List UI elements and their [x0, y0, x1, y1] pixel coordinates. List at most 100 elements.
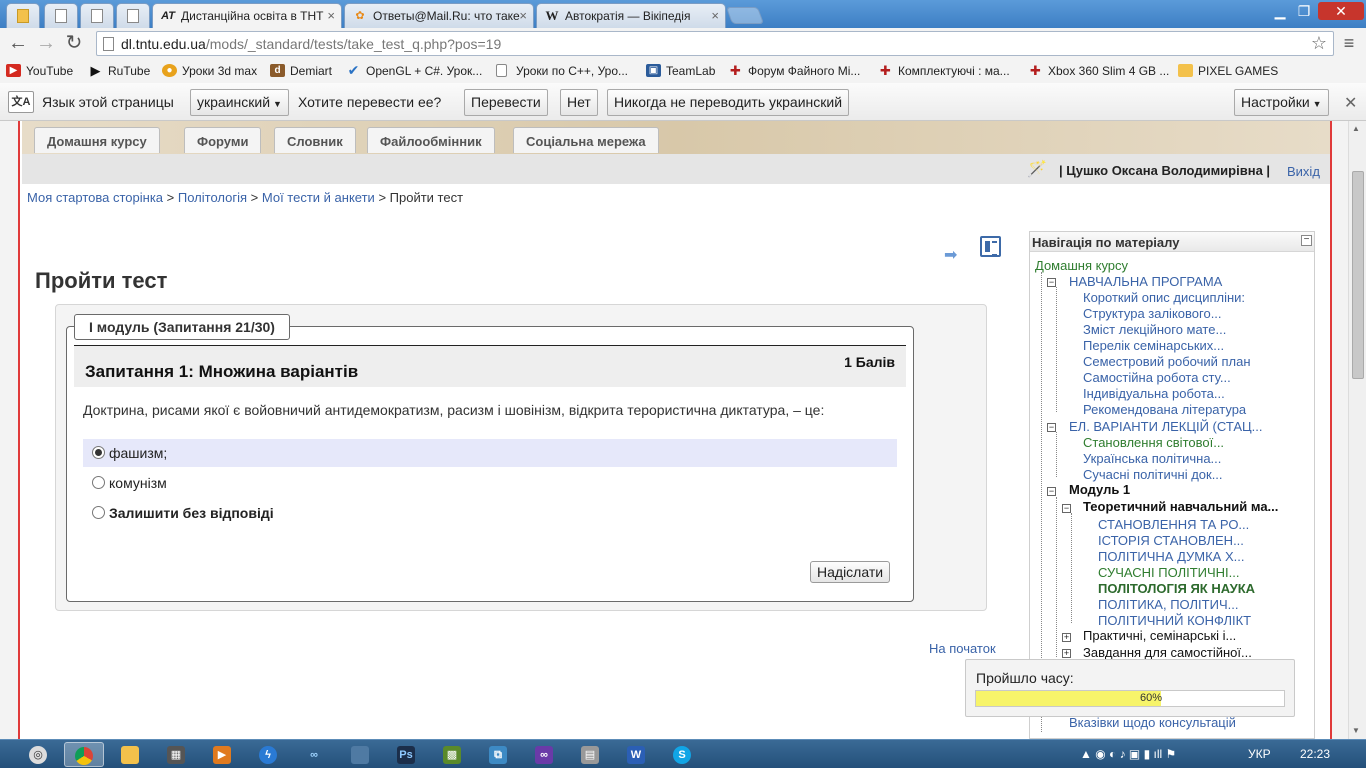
- nav-item[interactable]: ПОЛІТИЧНИЙ КОНФЛІКТ: [1098, 613, 1251, 628]
- minimize-icon[interactable]: ▁: [1268, 2, 1292, 20]
- breadcrumb-course[interactable]: Політологія: [178, 190, 247, 205]
- scroll-down-icon[interactable]: ▼: [1352, 726, 1360, 735]
- nav-item[interactable]: Рекомендована література: [1083, 402, 1246, 417]
- taskbar-app[interactable]: ▦: [156, 742, 196, 767]
- side-menu-toggle-icon[interactable]: [980, 236, 1001, 257]
- close-icon[interactable]: ✕: [1344, 93, 1357, 113]
- nav-item[interactable]: Практичні, семінарські і...: [1083, 628, 1236, 643]
- taskbar-explorer[interactable]: [110, 742, 150, 767]
- taskbar-app[interactable]: ∞: [294, 742, 334, 767]
- close-icon[interactable]: ×: [711, 8, 719, 23]
- nav-item[interactable]: ПОЛІТИКА, ПОЛІТИЧ...: [1098, 597, 1238, 612]
- bookmark-teamlab[interactable]: ▣ TeamLab: [646, 62, 715, 80]
- no-button[interactable]: Нет: [560, 89, 598, 116]
- submit-button[interactable]: Надіслати: [810, 561, 891, 583]
- blank-tab[interactable]: [80, 3, 114, 28]
- nav-item-course-home[interactable]: Домашня курсу: [1035, 258, 1128, 273]
- nav-item[interactable]: Самостійна робота сту...: [1083, 370, 1231, 385]
- nav-item[interactable]: Українська політична...: [1083, 451, 1221, 466]
- bookmark-star-icon[interactable]: ☆: [1311, 33, 1327, 54]
- breadcrumb-start-page[interactable]: Моя стартова сторінка: [27, 190, 163, 205]
- back-arrow-icon[interactable]: ←: [6, 32, 30, 56]
- minus-box-icon[interactable]: −: [1062, 504, 1071, 513]
- blank-tab[interactable]: [116, 3, 150, 28]
- start-button[interactable]: ◎: [18, 742, 58, 767]
- tab-distance-learning[interactable]: AT Дистанційна освіта в ТНТ ×: [152, 3, 342, 29]
- scrollbar[interactable]: ▲ ▼: [1348, 121, 1366, 739]
- minus-box-icon[interactable]: −: [1047, 423, 1056, 432]
- scroll-thumb[interactable]: [1352, 171, 1364, 379]
- answer-option[interactable]: фашизм;: [83, 439, 897, 467]
- restore-icon[interactable]: ❐: [1292, 2, 1316, 20]
- pinned-tab[interactable]: [6, 3, 40, 28]
- taskbar-app[interactable]: ⧉: [478, 742, 518, 767]
- nav-item[interactable]: Семестровий робочий план: [1083, 354, 1251, 369]
- nav-item[interactable]: Індивідуальна робота...: [1083, 386, 1225, 401]
- tray-icons[interactable]: ▲ ◉ ◐ ♪ ▣ ▮ ıll ⚑: [1080, 747, 1176, 761]
- reload-icon[interactable]: ↻: [62, 32, 86, 56]
- magic-wand-icon[interactable]: 🪄: [1027, 159, 1047, 179]
- tab-file-storage[interactable]: Файлообмінник: [367, 127, 495, 153]
- taskbar-calculator[interactable]: ▤: [570, 742, 610, 767]
- nav-item[interactable]: Сучасні політичні док...: [1083, 467, 1223, 482]
- bookmark-rutube[interactable]: ▶ RuTube: [88, 62, 151, 80]
- collapse-icon[interactable]: −: [1301, 235, 1312, 246]
- bookmark-3dmax[interactable]: ● Уроки 3d max: [162, 62, 257, 80]
- forward-arrow-icon[interactable]: →: [34, 32, 58, 56]
- scroll-up-icon[interactable]: ▲: [1352, 124, 1360, 133]
- bookmark-opengl[interactable]: ✔ OpenGL + C#. Урок...: [346, 62, 483, 80]
- nav-item-module-1[interactable]: Модуль 1: [1069, 482, 1130, 497]
- blank-tab[interactable]: [44, 3, 78, 28]
- bookmark-xbox[interactable]: ✚ Xbox 360 Slim 4 GB ...: [1028, 62, 1169, 80]
- nav-item[interactable]: Становлення світової...: [1083, 435, 1224, 450]
- nav-item[interactable]: СУЧАСНІ ПОЛІТИЧНІ...: [1098, 565, 1240, 580]
- nav-item[interactable]: Завдання для самостійної...: [1083, 645, 1252, 660]
- plus-box-icon[interactable]: +: [1062, 633, 1071, 642]
- tab-wikipedia[interactable]: W Автократія — Вікіпедія ×: [536, 3, 726, 28]
- logout-link[interactable]: Вихід: [1287, 164, 1320, 179]
- bookmark-youtube[interactable]: ▶ YouTube: [6, 62, 73, 80]
- address-bar[interactable]: dl.tntu.edu.ua/mods/_standard/tests/take…: [96, 31, 1334, 56]
- nav-item[interactable]: Перелік семінарських...: [1083, 338, 1224, 353]
- back-to-top-link[interactable]: На початок: [929, 641, 996, 656]
- nav-item[interactable]: Вказівки щодо консультацій: [1069, 715, 1236, 730]
- taskbar-word[interactable]: W: [616, 742, 656, 767]
- bookmark-demiart[interactable]: d Demiart: [270, 62, 332, 80]
- nav-item-current[interactable]: ПОЛІТОЛОГІЯ ЯК НАУКА: [1098, 581, 1255, 596]
- answer-option[interactable]: Залишити без відповіді: [83, 499, 897, 527]
- nav-item[interactable]: Структура залікового...: [1083, 306, 1222, 321]
- breadcrumb-tests[interactable]: Мої тести й анкети: [262, 190, 375, 205]
- taskbar-app[interactable]: ▩: [432, 742, 472, 767]
- new-tab-button[interactable]: [725, 7, 765, 24]
- taskbar-app[interactable]: ϟ: [248, 742, 288, 767]
- clock[interactable]: 22:23: [1300, 747, 1330, 761]
- keyboard-language[interactable]: УКР: [1248, 747, 1271, 761]
- translate-button[interactable]: Перевести: [464, 89, 548, 116]
- bookmark-forum[interactable]: ✚ Форум Файного Мі...: [728, 62, 860, 80]
- nav-item[interactable]: СТАНОВЛЕННЯ ТА РО...: [1098, 517, 1249, 532]
- translate-settings-button[interactable]: Настройки ▼: [1234, 89, 1329, 116]
- taskbar-photoshop[interactable]: Ps: [386, 742, 426, 767]
- nav-item[interactable]: ЕЛ. ВАРІАНТИ ЛЕКЦІЙ (СТАЦ...: [1069, 419, 1262, 434]
- nav-item[interactable]: ПОЛІТИЧНА ДУМКА Х...: [1098, 549, 1244, 564]
- bookmark-pixel-games[interactable]: PIXEL GAMES: [1178, 62, 1278, 80]
- minus-box-icon[interactable]: −: [1047, 487, 1056, 496]
- tab-glossary[interactable]: Словник: [274, 127, 356, 153]
- arrow-right-icon[interactable]: ➡: [944, 245, 964, 264]
- close-icon[interactable]: ×: [327, 8, 335, 23]
- taskbar-skype[interactable]: S: [662, 742, 702, 767]
- taskbar-visual-studio[interactable]: ∞: [524, 742, 564, 767]
- bookmark-components[interactable]: ✚ Комплектуючі : ма...: [878, 62, 1010, 80]
- tab-mail-ru[interactable]: ✿ Ответы@Mail.Ru: что таке ×: [344, 3, 534, 28]
- never-translate-button[interactable]: Никогда не переводить украинский: [607, 89, 850, 116]
- bookmark-cpp[interactable]: Уроки по C++, Уро...: [496, 62, 628, 80]
- radio-button[interactable]: [92, 476, 105, 489]
- nav-item[interactable]: Теоретичний навчальний ма...: [1083, 499, 1278, 514]
- taskbar-app[interactable]: [340, 742, 380, 767]
- radio-button[interactable]: [92, 446, 105, 459]
- plus-box-icon[interactable]: +: [1062, 649, 1071, 658]
- tab-course-home[interactable]: Домашня курсу: [34, 127, 160, 153]
- tab-forums[interactable]: Форуми: [184, 127, 262, 153]
- tab-social-network[interactable]: Соціальна мережа: [513, 127, 659, 153]
- close-icon[interactable]: ×: [519, 8, 527, 23]
